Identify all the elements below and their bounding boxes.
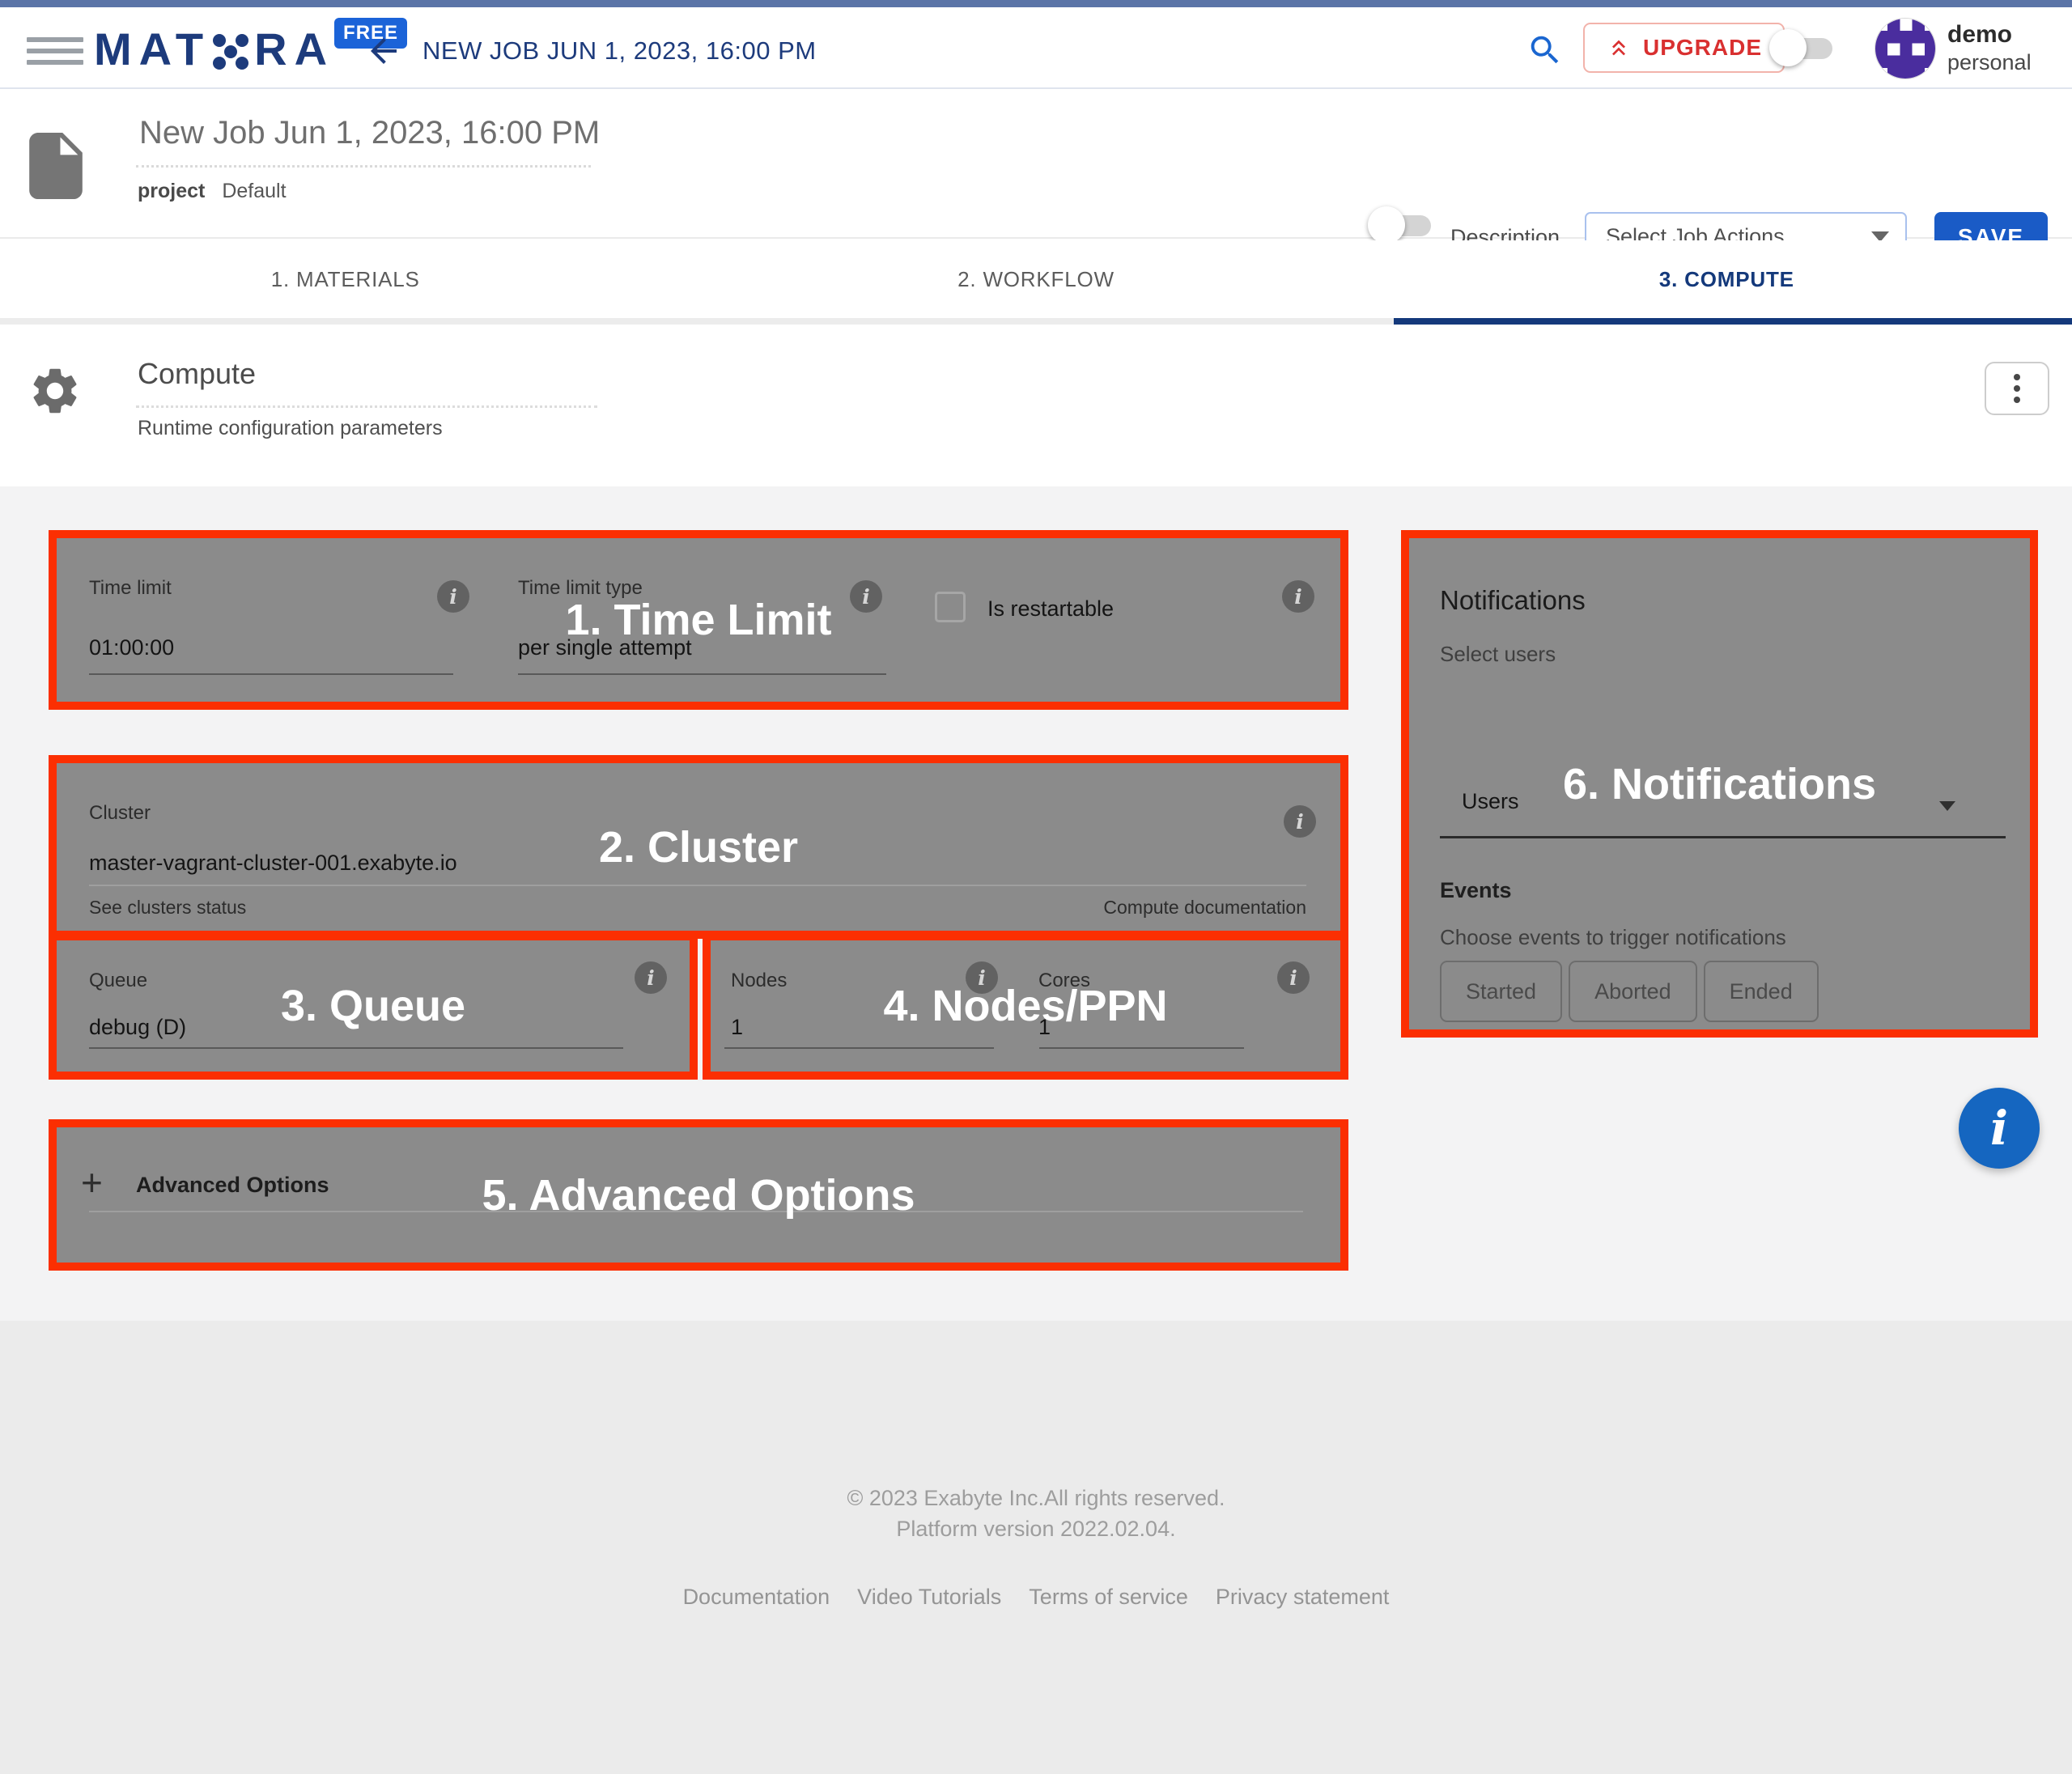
info-icon[interactable]: i xyxy=(635,961,667,994)
compute-title: Compute xyxy=(138,357,256,391)
footer-copyright: © 2023 Exabyte Inc.All rights reserved. xyxy=(0,1486,2072,1511)
annotated-region-cluster: 2. Cluster Cluster i master-vagrant-clus… xyxy=(49,755,1348,939)
cluster-label: Cluster xyxy=(89,802,151,825)
is-restartable-checkbox[interactable] xyxy=(935,592,966,622)
notifications-subtitle: Select users xyxy=(1440,642,1556,667)
cores-underline xyxy=(1039,1047,1244,1049)
annotation-label: 6. Notifications xyxy=(1563,759,1876,809)
project-label: project xyxy=(138,180,205,202)
footer-link-privacy[interactable]: Privacy statement xyxy=(1216,1585,1390,1610)
gear-icon xyxy=(28,363,83,422)
footer-version: Platform version 2022.02.04. xyxy=(0,1517,2072,1542)
project-row: project Default xyxy=(138,180,287,203)
user-name: demo xyxy=(1947,21,2032,49)
info-icon[interactable]: i xyxy=(1284,805,1316,838)
compute-subtitle: Runtime configuration parameters xyxy=(138,417,443,440)
page-title: NEW JOB JUN 1, 2023, 16:00 PM xyxy=(422,36,817,66)
brand-dots-icon xyxy=(209,30,253,74)
footer-background xyxy=(0,1321,2072,1774)
tab-materials[interactable]: 1. MATERIALS xyxy=(0,240,690,318)
nodes-input[interactable]: 1 xyxy=(731,1015,743,1040)
events-label: Events xyxy=(1440,878,1512,903)
app-bar: MAT RA FREE NEW JOB JUN 1, 2023, 16:00 P… xyxy=(0,7,2072,89)
description-toggle[interactable] xyxy=(1368,206,1437,244)
advanced-options-label[interactable]: Advanced Options xyxy=(136,1173,329,1198)
annotated-region-notifications: 6. Notifications Notifications Select us… xyxy=(1401,530,2038,1038)
info-icon[interactable]: i xyxy=(1282,580,1314,613)
header-toggle[interactable] xyxy=(1769,28,1839,67)
queue-select[interactable]: debug (D) xyxy=(89,1015,186,1040)
brand-logo-text-suffix: RA xyxy=(254,25,334,74)
nodes-label: Nodes xyxy=(731,970,787,992)
info-icon[interactable]: i xyxy=(1277,961,1310,994)
annotation-label: 2. Cluster xyxy=(599,822,798,872)
expand-plus-icon[interactable]: + xyxy=(81,1166,103,1199)
top-accent-strip xyxy=(0,0,2072,7)
notifications-title: Notifications xyxy=(1440,585,1586,616)
upgrade-button[interactable]: UPGRADE xyxy=(1583,23,1785,73)
search-icon[interactable] xyxy=(1526,32,1564,73)
kebab-menu-button[interactable] xyxy=(1985,362,2049,415)
footer-link-terms[interactable]: Terms of service xyxy=(1029,1585,1188,1610)
toggle-thumb xyxy=(1769,29,1807,66)
annotated-region-queue: 3. Queue Queue i debug (D) xyxy=(49,932,698,1080)
annotation-label: 1. Time Limit xyxy=(565,595,831,645)
annotated-region-time-limit: 1. Time Limit Time limit 01:00:00 i Time… xyxy=(49,530,1348,710)
back-arrow-icon[interactable] xyxy=(364,32,403,74)
footer-links: Documentation Video Tutorials Terms of s… xyxy=(0,1585,2072,1610)
info-icon[interactable]: i xyxy=(437,580,469,613)
event-ended-button[interactable]: Ended xyxy=(1704,961,1819,1022)
double-chevron-up-icon xyxy=(1606,35,1632,61)
annotation-label: 4. Nodes/PPN xyxy=(883,981,1167,1031)
events-hint: Choose events to trigger notifications xyxy=(1440,925,1786,950)
clusters-status-link[interactable]: See clusters status xyxy=(89,897,246,919)
annotated-region-advanced-options: 5. Advanced Options + Advanced Options xyxy=(49,1119,1348,1271)
queue-label: Queue xyxy=(89,970,147,992)
brand-logo-text-prefix: MAT xyxy=(94,25,210,74)
annotation-label: 5. Advanced Options xyxy=(482,1170,915,1220)
toggle-thumb xyxy=(1368,206,1405,244)
compute-documentation-link[interactable]: Compute documentation xyxy=(1103,897,1306,919)
user-menu[interactable]: demo personal xyxy=(1947,21,2032,76)
footer-link-video-tutorials[interactable]: Video Tutorials xyxy=(857,1585,1001,1610)
event-started-button[interactable]: Started xyxy=(1440,961,1562,1022)
cluster-divider xyxy=(89,885,1306,886)
job-title[interactable]: New Job Jun 1, 2023, 16:00 PM xyxy=(139,115,600,151)
upgrade-button-label: UPGRADE xyxy=(1643,35,1762,61)
tab-workflow[interactable]: 2. WORKFLOW xyxy=(690,240,1381,318)
job-title-underline xyxy=(136,165,591,168)
cluster-select[interactable]: master-vagrant-cluster-001.exabyte.io xyxy=(89,851,457,876)
help-info-fab[interactable]: i xyxy=(1959,1088,2040,1169)
wizard-tabs: 1. MATERIALS 2. WORKFLOW 3. COMPUTE xyxy=(0,240,2072,318)
queue-underline xyxy=(89,1047,623,1049)
event-buttons: Started Aborted Ended xyxy=(1440,961,1819,1022)
nodes-underline xyxy=(724,1047,994,1049)
chevron-down-icon xyxy=(1939,801,1955,811)
tab-compute[interactable]: 3. COMPUTE xyxy=(1382,240,2072,318)
time-limit-input[interactable]: 01:00:00 xyxy=(89,635,453,675)
page: { "app": { "topbar": { "logo_prefix": "M… xyxy=(0,0,2072,1774)
avatar[interactable] xyxy=(1875,18,1936,79)
document-icon xyxy=(29,133,83,203)
event-aborted-button[interactable]: Aborted xyxy=(1569,961,1697,1022)
footer-link-documentation[interactable]: Documentation xyxy=(683,1585,830,1610)
compute-title-underline xyxy=(136,405,597,408)
time-limit-label: Time limit xyxy=(89,577,453,600)
is-restartable-label: Is restartable xyxy=(987,596,1114,622)
brand-logo[interactable]: MAT RA FREE xyxy=(94,25,407,74)
users-underline xyxy=(1440,836,2006,838)
time-limit-field[interactable]: Time limit 01:00:00 xyxy=(89,577,453,675)
annotated-region-nodes-ppn: 4. Nodes/PPN Nodes i 1 Cores i 1 xyxy=(703,932,1348,1080)
job-header: New Job Jun 1, 2023, 16:00 PM project De… xyxy=(0,91,2072,239)
annotation-label: 3. Queue xyxy=(281,981,465,1031)
menu-icon[interactable] xyxy=(27,37,83,65)
info-icon[interactable]: i xyxy=(850,580,882,613)
compute-section-header: Compute Runtime configuration parameters xyxy=(0,325,2072,486)
user-scope: personal xyxy=(1947,49,2032,76)
users-select[interactable]: Users xyxy=(1462,789,1519,814)
tab-active-indicator xyxy=(1394,318,2072,325)
identicon-image xyxy=(1875,19,1936,79)
project-value: Default xyxy=(222,180,286,202)
